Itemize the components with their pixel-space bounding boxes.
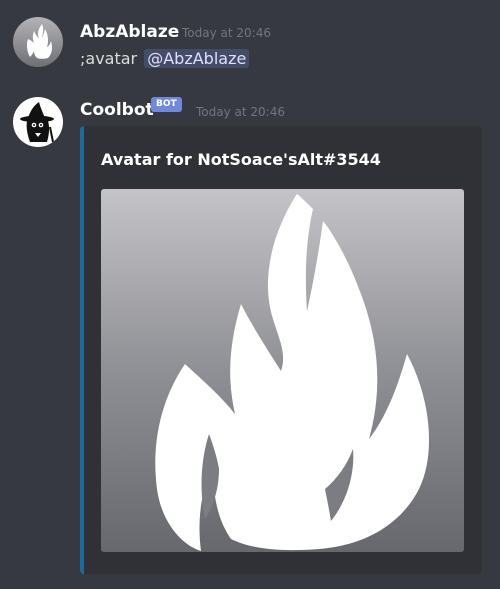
- embed: Avatar for NotSoace'sAlt#3544: [80, 126, 482, 574]
- message-content: ;avatar @AbzAblaze: [80, 49, 250, 68]
- message-author[interactable]: Coolbot: [80, 100, 154, 120]
- message-author[interactable]: AbzAblaze: [80, 22, 179, 42]
- user-mention[interactable]: @AbzAblaze: [144, 49, 250, 68]
- flame-icon: [101, 189, 464, 552]
- witch-hat-character-icon: [13, 97, 63, 147]
- user-avatar[interactable]: [13, 17, 63, 67]
- message-text: ;avatar: [80, 49, 138, 68]
- flame-icon: [13, 17, 63, 67]
- bot-badge: BOT: [151, 97, 182, 112]
- message-timestamp: Today at 20:46: [182, 26, 271, 40]
- embed-image[interactable]: [101, 189, 464, 552]
- embed-title: Avatar for NotSoace'sAlt#3544: [101, 150, 381, 169]
- bot-avatar[interactable]: [13, 97, 63, 147]
- message-timestamp: Today at 20:46: [196, 105, 285, 119]
